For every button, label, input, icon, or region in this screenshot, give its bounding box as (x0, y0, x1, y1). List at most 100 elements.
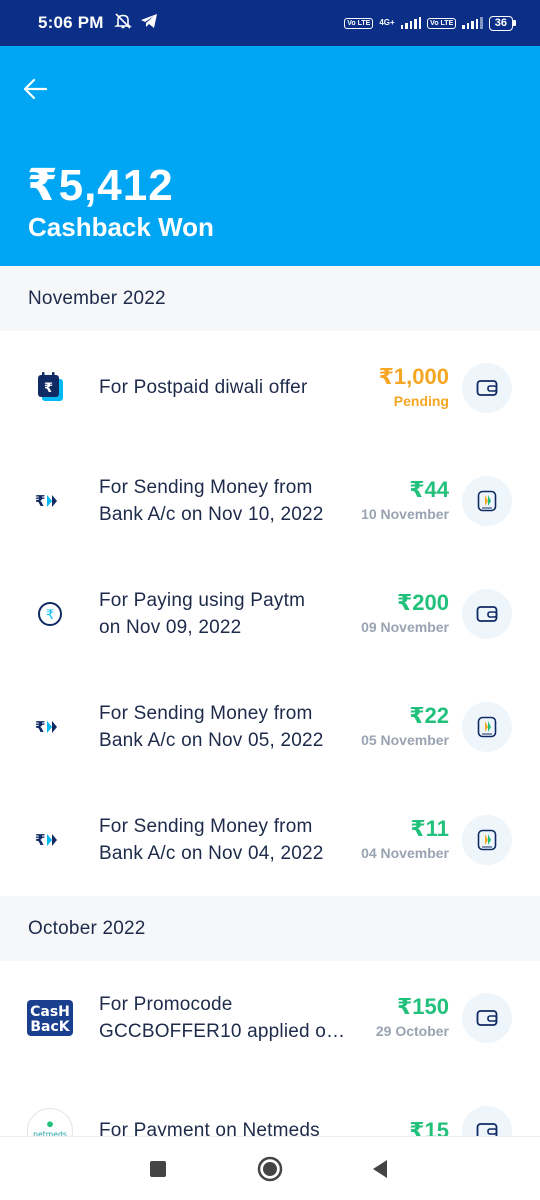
cashback-item[interactable]: ₹ For Paying using Paytm on Nov 09, 2022… (0, 557, 540, 670)
cashback-logo-line-1: CasH (30, 1004, 70, 1020)
rupee-circle-icon: ₹ (26, 590, 74, 638)
item-title-line-1: For Sending Money from (99, 476, 313, 498)
circle-icon (257, 1156, 283, 1181)
volte-icon: Vo LTE (427, 17, 457, 29)
system-nav-bar (0, 1136, 540, 1200)
upi-bank-icon (477, 829, 497, 850)
cashback-item[interactable]: netmeds For Payment on Netmeds ₹15 (0, 1074, 540, 1136)
postpaid-calendar-icon: ₹ (26, 364, 74, 412)
back-button[interactable] (16, 70, 54, 108)
item-date: 05 November (361, 732, 449, 748)
network-type: 4G+ (379, 18, 395, 27)
wallet-icon (476, 1009, 498, 1026)
status-time: 5:06 PM (38, 13, 104, 32)
cashback-list: November 2022 ₹ For Postpaid diwali offe… (0, 266, 540, 1136)
item-title-line-2: Bank A/c on Nov 10, 2022 (99, 503, 324, 525)
cashback-item[interactable]: ₹ For Sending Money from Bank A/c on Nov… (0, 670, 540, 783)
item-title-line-2: Bank A/c on Nov 04, 2022 (99, 842, 324, 864)
upi-bank-icon (477, 490, 497, 511)
section-header-november: November 2022 (0, 266, 540, 331)
item-amount-block: ₹11 04 November (361, 816, 449, 863)
upi-bank-button[interactable] (462, 701, 512, 752)
item-amount: ₹15 (409, 1117, 449, 1137)
item-title: For Promocode GCCBOFFER10 applied on… (99, 991, 354, 1045)
upi-bank-button[interactable] (462, 475, 512, 526)
back-nav-button[interactable] (362, 1151, 398, 1187)
item-amount: ₹150 (396, 994, 449, 1019)
item-amount-block: ₹22 05 November (361, 703, 449, 750)
item-amount: ₹22 (409, 703, 449, 728)
battery-level: 36 (488, 15, 513, 31)
signal-icon (462, 17, 483, 29)
cashback-header: ₹5,412 Cashback Won (0, 46, 540, 266)
item-amount: ₹200 (396, 590, 449, 615)
item-amount-block: ₹1,000 Pending (379, 364, 449, 411)
item-title-line-1: For Postpaid diwali offer (99, 377, 308, 398)
section-header-october: October 2022 (0, 896, 540, 961)
svg-text:₹: ₹ (35, 831, 45, 849)
recents-button[interactable] (140, 1151, 176, 1187)
item-amount: ₹11 (410, 816, 449, 841)
upi-bank-icon (477, 716, 497, 737)
item-title-line-1: For Paying using Paytm (99, 589, 306, 611)
triangle-back-icon (373, 1159, 387, 1178)
item-title-line-1: For Payment on Netmeds (99, 1120, 320, 1136)
volte-icon: Vo LTE (344, 17, 374, 29)
item-title: For Sending Money from Bank A/c on Nov 0… (99, 813, 354, 867)
item-date: 09 November (361, 619, 449, 635)
home-button[interactable] (252, 1151, 288, 1187)
item-date: 10 November (361, 506, 449, 522)
item-status: Pending (393, 393, 449, 409)
item-amount: ₹1,000 (378, 364, 449, 389)
netmeds-logo-icon: netmeds (26, 1107, 74, 1136)
cashback-item[interactable]: CasH BacK For Promocode GCCBOFFER10 appli… (0, 961, 540, 1074)
status-bar: 5:06 PM Vo LTE 4G+ Vo LTE 36 (0, 0, 540, 46)
cashback-won-label: Cashback Won (28, 212, 214, 242)
square-icon (150, 1160, 166, 1177)
item-title-line-1: For Sending Money from (99, 702, 313, 724)
svg-text:₹: ₹ (46, 608, 54, 623)
item-title: For Postpaid diwali offer (99, 374, 354, 401)
item-title-line-2: GCCBOFFER10 applied on… (99, 1020, 354, 1042)
item-amount-block: ₹15 (409, 1118, 449, 1137)
svg-text:₹: ₹ (44, 381, 53, 396)
item-title: For Sending Money from Bank A/c on Nov 1… (99, 474, 354, 528)
wallet-icon (476, 605, 498, 622)
cashback-item[interactable]: ₹ For Postpaid diwali offer ₹1,000 Pendi… (0, 331, 540, 444)
svg-text:₹: ₹ (35, 718, 45, 736)
item-title: For Paying using Paytm on Nov 09, 2022 (99, 587, 354, 641)
item-amount: ₹44 (409, 477, 449, 502)
wallet-button[interactable] (462, 362, 512, 413)
wallet-button[interactable] (462, 992, 512, 1043)
wallet-icon (476, 1122, 498, 1136)
item-amount-block: ₹44 10 November (361, 477, 449, 524)
arrow-left-icon (23, 78, 48, 100)
total-cashback-amount: ₹5,412 (27, 161, 174, 210)
item-title-line-1: For Sending Money from (99, 815, 313, 837)
cashback-item[interactable]: ₹ For Sending Money from Bank A/c on Nov… (0, 444, 540, 557)
cashback-item[interactable]: ₹ For Sending Money from Bank A/c on Nov… (0, 783, 540, 896)
wallet-button[interactable] (462, 1105, 512, 1136)
signal-icon (400, 17, 422, 29)
netmeds-logo-text: netmeds (33, 1129, 67, 1136)
cashback-logo-line-2: BacK (30, 1019, 70, 1035)
item-amount-block: ₹150 29 October (376, 994, 449, 1041)
item-title: For Sending Money from Bank A/c on Nov 0… (99, 700, 354, 754)
battery-icon: 36 (488, 15, 516, 31)
bell-off-icon (113, 12, 132, 35)
item-date: 29 October (375, 1023, 449, 1039)
item-date: 04 November (361, 845, 449, 861)
wallet-icon (476, 379, 498, 396)
send-money-icon: ₹ (26, 703, 74, 751)
send-money-icon: ₹ (26, 816, 74, 864)
item-title-line-1: For Promocode (99, 993, 233, 1015)
wallet-button[interactable] (462, 588, 512, 639)
svg-text:₹: ₹ (35, 492, 45, 510)
cashback-logo-icon: CasH BacK (26, 994, 74, 1042)
send-money-icon: ₹ (26, 477, 74, 525)
upi-bank-button[interactable] (462, 814, 512, 865)
telegram-icon (140, 13, 158, 34)
item-title-line-2: Bank A/c on Nov 05, 2022 (99, 729, 324, 751)
item-title-line-2: on Nov 09, 2022 (99, 616, 242, 638)
item-amount-block: ₹200 09 November (361, 590, 449, 637)
